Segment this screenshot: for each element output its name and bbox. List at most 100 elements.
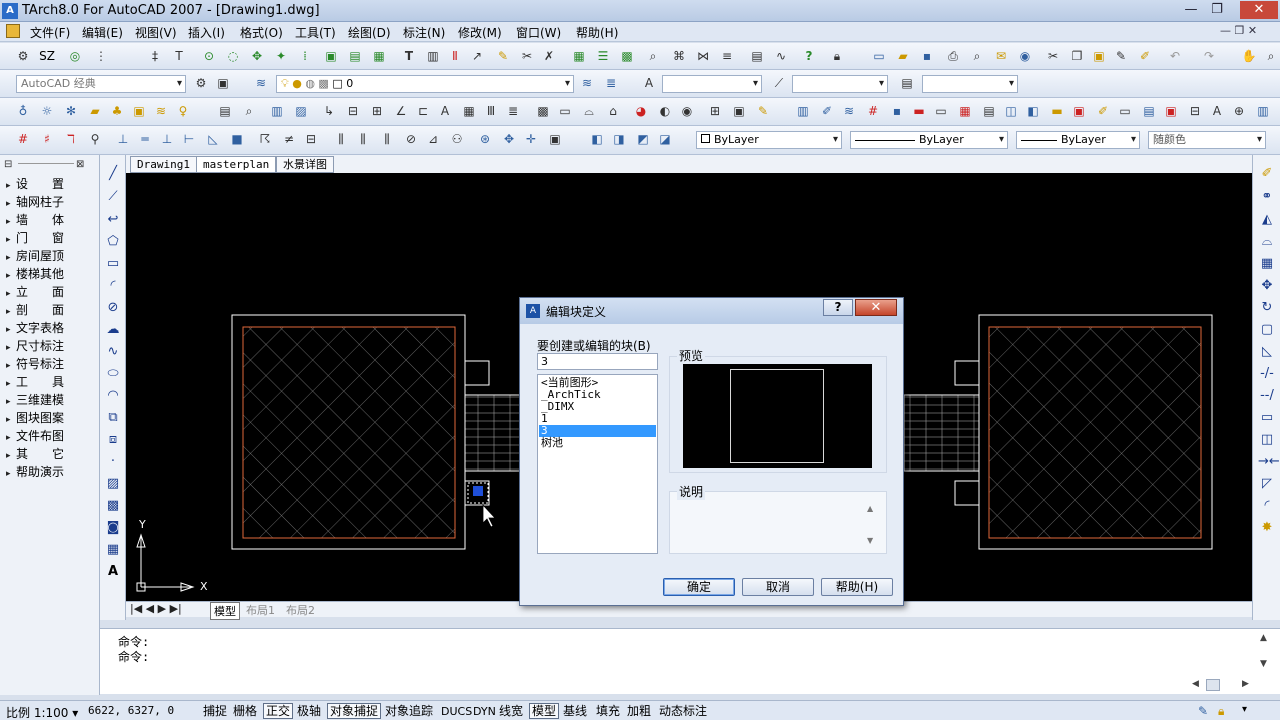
send-under-icon[interactable]: ◪ [656, 130, 674, 148]
desc-scroll-up-icon[interactable]: ▲ [867, 504, 873, 513]
tool-3-icon[interactable]: ≋ [840, 102, 858, 120]
publish-icon[interactable]: ✉ [992, 47, 1010, 65]
ladder-icon[interactable]: Ⅲ [482, 102, 500, 120]
dialog-help-button[interactable]: ? [823, 299, 853, 316]
paint-icon[interactable]: ◕ [632, 102, 650, 120]
ellipse-tool-icon[interactable]: ◌ [224, 47, 242, 65]
join-icon[interactable]: →← [1258, 453, 1280, 471]
sz-button[interactable]: SZ [36, 47, 58, 65]
table-insert-icon[interactable]: ▦ [460, 102, 478, 120]
toggle-ortho[interactable]: 正交 [263, 703, 294, 719]
toggle-grid[interactable]: 栅格 [230, 703, 260, 719]
menu-insert[interactable]: 插入(I) [188, 24, 225, 41]
circle-tool-icon[interactable]: ⊙ [200, 47, 218, 65]
tool-2-icon[interactable]: ✐ [818, 102, 836, 120]
text-size-icon[interactable]: T [170, 47, 188, 65]
tool-13-icon[interactable]: ▣ [1070, 102, 1088, 120]
wand-icon[interactable]: ✎ [494, 47, 512, 65]
tool-10-icon[interactable]: ◫ [1002, 102, 1020, 120]
tolerance-icon[interactable]: ⊞ [368, 102, 386, 120]
text-tool-icon[interactable]: T [400, 47, 418, 65]
window-icon[interactable]: ═ [136, 130, 154, 148]
workspace-save-icon[interactable]: ▣ [214, 74, 232, 92]
wave-tool-icon[interactable]: ∿ [772, 47, 790, 65]
menu-edit[interactable]: 编辑(E) [82, 24, 123, 41]
globe-icon[interactable]: ◉ [1016, 47, 1034, 65]
plotstyle-select[interactable]: 随颜色 [1148, 131, 1266, 149]
axis-grid-icon[interactable]: # [14, 130, 32, 148]
make-block-icon[interactable]: ⧈ [104, 431, 122, 449]
mdi-window-controls[interactable]: — ❐ ✕ [1220, 24, 1278, 40]
menu-format[interactable]: 格式(O) [240, 24, 283, 41]
axis-label-icon[interactable]: ♯ [38, 130, 56, 148]
toggle-lineweight[interactable]: 线宽 [496, 703, 526, 719]
copy-icon[interactable]: ❐ [1068, 47, 1086, 65]
workspace-select[interactable]: AutoCAD 经典 [16, 75, 186, 93]
ellipse-arc-icon[interactable]: ◠ [104, 387, 122, 405]
tool-b-icon[interactable]: ≠ [280, 130, 298, 148]
panel-collapse-icon[interactable]: ⊟ [4, 159, 12, 170]
lineweight-select[interactable]: ByLayer [1016, 131, 1140, 149]
tool-11-icon[interactable]: ◧ [1024, 102, 1042, 120]
cross-tool-icon[interactable]: ✗ [540, 47, 558, 65]
point-icon[interactable]: · [104, 453, 122, 471]
tool-7-icon[interactable]: ▭ [932, 102, 950, 120]
explode-icon[interactable]: ✸ [1258, 519, 1276, 537]
dim-style-icon[interactable]: ⟋ [770, 74, 788, 92]
frame-icon[interactable]: ▣ [730, 102, 748, 120]
match-properties-icon[interactable]: ✎ [1112, 47, 1130, 65]
cancel-button[interactable]: 取消 [742, 578, 814, 596]
tab-layout2[interactable]: 布局2 [286, 602, 315, 618]
panel-item-settings[interactable]: ▸ 设 置 [6, 175, 64, 192]
stairs-icon[interactable]: ▭ [556, 102, 574, 120]
panel-item-axis[interactable]: ▸ 轴网柱子 [6, 193, 64, 210]
help-button[interactable]: 帮助(H) [821, 578, 893, 596]
tab-waterscape-detail[interactable]: 水景详图 [276, 156, 334, 173]
extend-icon[interactable]: --/ [1258, 387, 1276, 405]
menu-draw[interactable]: 绘图(D) [348, 24, 391, 41]
clipboard-icon[interactable]: ▣ [546, 130, 564, 148]
sun-icon[interactable]: ☼ [38, 102, 56, 120]
tool-6-icon[interactable]: ▬ [910, 102, 928, 120]
tool-9-icon[interactable]: ▤ [980, 102, 998, 120]
panel-item-section[interactable]: ▸ 剖 面 [6, 301, 64, 318]
move-icon[interactable]: ✥ [500, 130, 518, 148]
layer-previous-icon[interactable]: ≣ [602, 74, 620, 92]
break-icon[interactable]: ◫ [1258, 431, 1276, 449]
section-icon[interactable]: ⊢ [180, 130, 198, 148]
dialog-close-button[interactable]: ✕ [855, 299, 897, 316]
toggle-baseline[interactable]: 基线 [560, 703, 590, 719]
toggle-dynamic-dim[interactable]: 动态标注 [656, 703, 710, 719]
tool-8-icon[interactable]: ▦ [956, 102, 974, 120]
table-style-select[interactable] [922, 75, 1018, 93]
elevation-icon[interactable]: ⊥ [158, 130, 176, 148]
scissor-tool-icon[interactable]: ✂ [518, 47, 536, 65]
tab-drawing1[interactable]: Drawing1 [130, 156, 197, 173]
panel-item-stairs[interactable]: ▸ 楼梯其他 [6, 265, 64, 282]
tool-19-icon[interactable]: A [1208, 102, 1226, 120]
menu-modify[interactable]: 修改(M) [458, 24, 502, 41]
scale-icon[interactable]: ▢ [1258, 321, 1276, 339]
pan-realtime-icon[interactable]: ✋ [1240, 47, 1258, 65]
eye-icon[interactable]: ◉ [678, 102, 696, 120]
zoom-tool-icon[interactable]: ⌕ [644, 47, 662, 65]
panel-item-door-window[interactable]: ▸ 门 窗 [6, 229, 64, 246]
trim-icon[interactable]: -/- [1258, 365, 1276, 383]
tool-g-icon[interactable]: ⊘ [402, 130, 420, 148]
tool-5-icon[interactable]: ▪ [888, 102, 906, 120]
fillet-icon[interactable]: ◜ [1258, 497, 1276, 515]
panel-item-room-roof[interactable]: ▸ 房间屋顶 [6, 247, 64, 264]
window-tool-icon[interactable]: ▩ [534, 102, 552, 120]
region-icon[interactable]: ◙ [104, 519, 122, 537]
shade-icon[interactable]: ◐ [656, 102, 674, 120]
array-icon[interactable]: ▦ [1258, 255, 1276, 273]
line-icon[interactable]: ╱ [104, 165, 122, 183]
stretch-icon[interactable]: ◺ [1258, 343, 1276, 361]
scroll-right-icon[interactable]: ▶ [1242, 679, 1249, 689]
text-align-icon[interactable]: ≣ [504, 102, 522, 120]
toggle-snap[interactable]: 捕捉 [200, 703, 230, 719]
network-tool-icon[interactable]: ⋈ [694, 47, 712, 65]
menu-file[interactable]: 文件(F) [30, 24, 70, 41]
move-object-icon[interactable]: ✥ [1258, 277, 1276, 295]
tool-15-icon[interactable]: ▭ [1116, 102, 1134, 120]
